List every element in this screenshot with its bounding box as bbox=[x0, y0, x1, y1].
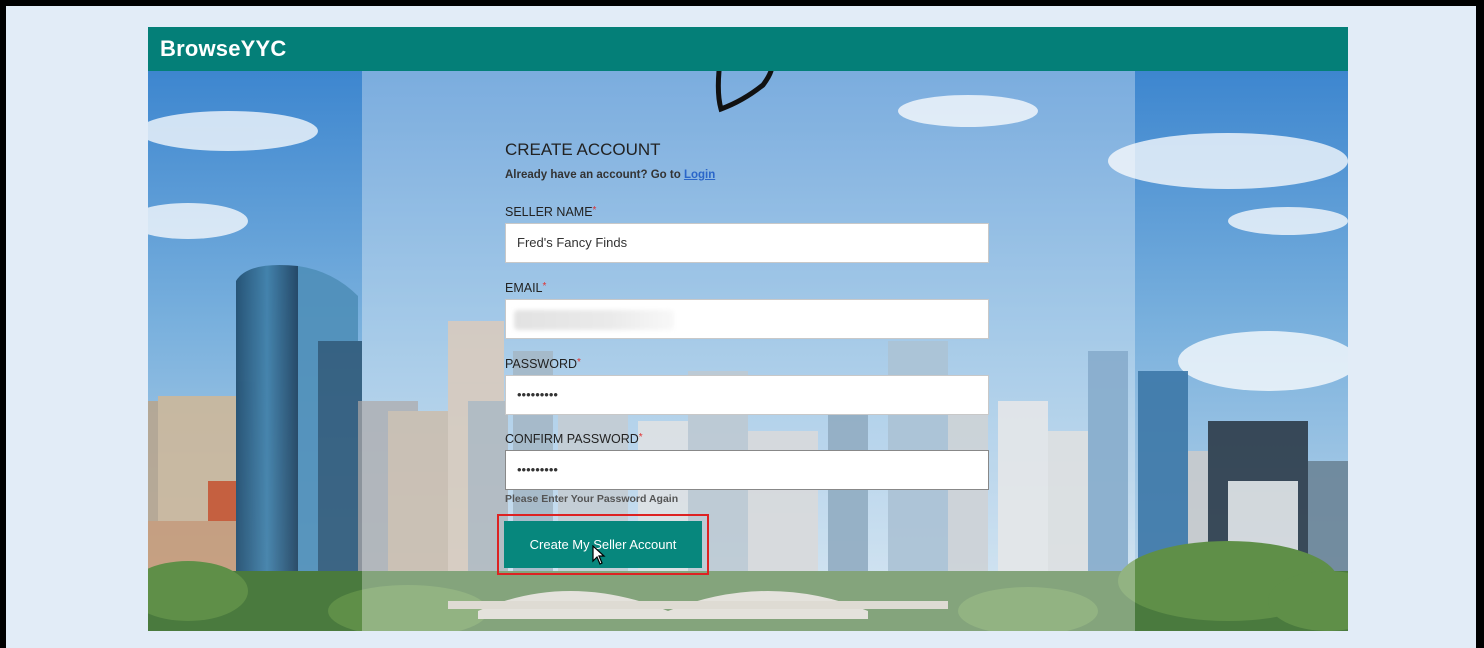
required-marker: * bbox=[592, 205, 597, 216]
redacted-email-blur bbox=[514, 310, 674, 330]
password-label: PASSWORD* bbox=[505, 357, 581, 371]
confirm-password-label: CONFIRM PASSWORD* bbox=[505, 432, 643, 446]
seller-name-label-text: SELLER NAME bbox=[505, 205, 593, 219]
required-marker: * bbox=[542, 281, 547, 292]
email-label-text: EMAIL bbox=[505, 281, 543, 295]
login-prompt: Already have an account? Go to Login bbox=[505, 169, 715, 181]
logo-partial-icon bbox=[715, 71, 774, 113]
email-label: EMAIL* bbox=[505, 281, 546, 295]
required-marker: * bbox=[638, 432, 643, 443]
login-prompt-text: Already have an account? Go to bbox=[505, 169, 681, 181]
form-panel-overlay bbox=[362, 71, 1135, 631]
confirm-password-input[interactable]: ••••••••• bbox=[505, 450, 989, 490]
mouse-cursor-icon bbox=[592, 545, 606, 565]
browser-viewport: BrowseYYC CREATE ACCOUNT Already have an… bbox=[148, 27, 1348, 631]
seller-name-input[interactable]: Fred's Fancy Finds bbox=[505, 223, 989, 263]
confirm-password-label-text: CONFIRM PASSWORD bbox=[505, 432, 639, 446]
confirm-password-hint: Please Enter Your Password Again bbox=[505, 493, 679, 505]
top-navigation-bar: BrowseYYC bbox=[148, 27, 1348, 71]
seller-name-label: SELLER NAME* bbox=[505, 205, 596, 219]
password-label-text: PASSWORD bbox=[505, 357, 577, 371]
required-marker: * bbox=[577, 357, 581, 368]
page-title: CREATE ACCOUNT bbox=[505, 140, 661, 159]
brand-logo[interactable]: BrowseYYC bbox=[160, 36, 287, 62]
login-link[interactable]: Login bbox=[684, 169, 715, 181]
screenshot-frame: BrowseYYC CREATE ACCOUNT Already have an… bbox=[6, 6, 1476, 648]
email-input[interactable] bbox=[505, 299, 989, 339]
password-input[interactable]: ••••••••• bbox=[505, 375, 989, 415]
